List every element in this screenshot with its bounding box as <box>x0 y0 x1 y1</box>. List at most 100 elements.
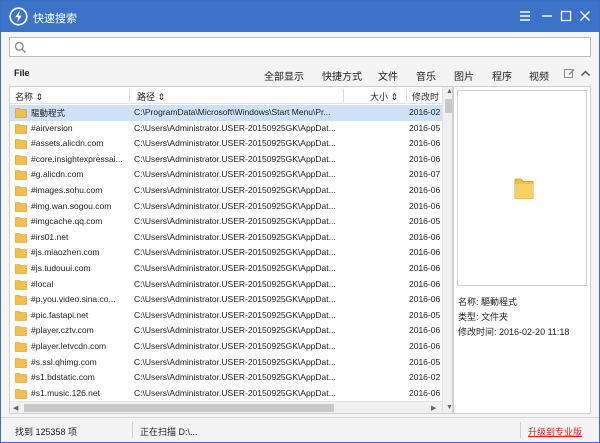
list-item[interactable]: #s1.bdstatic.com C:\Users\Administrator.U… <box>10 370 442 386</box>
list-item[interactable]: #player.cztv.com C:\Users\Administrator.U… <box>10 323 442 339</box>
list-item[interactable]: #airversion C:\Users\Administrator.USER-2… <box>10 121 442 137</box>
tab-files[interactable]: 文件 <box>378 68 398 83</box>
item-path: C:\Users\Administrator.USER-20150925GK\A… <box>134 200 336 211</box>
horizontal-scroll-thumb[interactable] <box>24 404 334 412</box>
list-item[interactable]: #g.alicdn.com C:\Users\Administrator.USER… <box>10 167 442 183</box>
folder-icon <box>15 357 27 368</box>
preview-thumbnail <box>457 90 587 286</box>
tab-music[interactable]: 音乐 <box>416 68 436 83</box>
list-item[interactable]: #irs01.net C:\Users\Administrator.USER-20… <box>10 230 442 246</box>
item-date: 2016-06 <box>409 153 441 164</box>
list-item[interactable]: #images.sohu.com C:\Users\Administrator.U… <box>10 183 442 199</box>
column-separator[interactable] <box>129 89 130 102</box>
scroll-up-icon[interactable]: ▲ <box>446 88 452 95</box>
folder-icon <box>15 247 27 259</box>
list-item[interactable]: #local C:\Users\Administrator.USER-201509… <box>10 277 442 293</box>
column-name[interactable]: 名称 ⇕ <box>15 90 43 103</box>
item-path: C:\Users\Administrator.USER-20150925GK\A… <box>134 340 336 351</box>
item-date: 2016-06 <box>409 200 441 211</box>
list-item[interactable]: #imgcache.qq.com C:\Users\Administrator.U… <box>10 214 442 230</box>
list-item[interactable]: #js.miaozhen.com C:\Users\Administrator.U… <box>10 245 442 261</box>
item-path: C:\Users\Administrator.USER-20150925GK\A… <box>134 122 336 133</box>
preview-type-label: 类型: <box>458 312 479 322</box>
vertical-scrollbar[interactable]: ▲ ▼ <box>442 87 452 413</box>
item-name: #js.tudouui.com <box>31 262 91 273</box>
tab-all[interactable]: 全部显示 <box>264 68 304 88</box>
item-name: #s1.bdstatic.com <box>31 372 95 383</box>
folder-icon <box>15 263 27 274</box>
preview-type: 类型: 文件夹 <box>458 310 508 323</box>
window-title: 快速搜索 <box>33 13 77 25</box>
list-item[interactable]: #img.wan.sogou.com C:\Users\Administrator… <box>10 199 442 215</box>
scroll-down-icon[interactable]: ▼ <box>446 404 452 411</box>
item-name: #s.ssl.qhimg.com <box>31 356 97 367</box>
search-box[interactable] <box>9 37 591 57</box>
item-date: 2016-06 <box>409 294 441 305</box>
item-name: #irs01.net <box>31 231 69 242</box>
close-icon[interactable] <box>575 6 595 26</box>
column-name-label: 名称 <box>15 92 34 102</box>
list-item[interactable]: #js.tudouui.com C:\Users\Administrator.US… <box>10 261 442 277</box>
item-path: C:\Users\Administrator.USER-20150925GK\A… <box>134 184 336 195</box>
item-date: 2016-06 <box>409 278 441 289</box>
list-item[interactable]: 驅動程式 C:\ProgramData\Microsoft\Windows\Sta… <box>10 105 442 121</box>
list-item[interactable]: #s1.music.126.net C:\Users\Administrator.… <box>10 386 442 402</box>
item-path: C:\Users\Administrator.USER-20150925GK\A… <box>134 294 336 305</box>
column-separator[interactable] <box>406 89 407 102</box>
list-item[interactable]: #assets.alicdn.com C:\Users\Administrator… <box>10 136 442 152</box>
item-date: 2016-06 <box>409 262 441 273</box>
tab-pictures[interactable]: 图片 <box>454 68 474 83</box>
column-separator[interactable] <box>343 89 344 102</box>
item-date: 2016-06 <box>409 340 441 351</box>
scroll-right-icon[interactable]: ▶ <box>431 404 436 412</box>
minimize-icon[interactable] <box>537 6 557 26</box>
collapse-icon[interactable] <box>579 67 592 80</box>
list-item[interactable]: #core.insightexpressai... C:\Users\Admini… <box>10 152 442 168</box>
file-menu[interactable]: File <box>14 68 30 78</box>
folder-icon <box>15 325 27 337</box>
edit-icon[interactable] <box>563 67 576 80</box>
item-path: C:\Users\Administrator.USER-20150925GK\A… <box>134 278 336 289</box>
column-path[interactable]: 路径 ⇕ <box>137 90 165 103</box>
item-name: #img.wan.sogou.com <box>31 200 112 211</box>
list-item[interactable]: #s.ssl.qhimg.com C:\Users\Administrator.U… <box>10 355 442 371</box>
scroll-left-icon[interactable]: ◀ <box>13 404 18 412</box>
preview-time-value: 2016-02-20 11:18 <box>499 327 570 337</box>
item-path: C:\Users\Administrator.USER-20150925GK\A… <box>134 216 336 227</box>
maximize-icon[interactable] <box>556 6 576 26</box>
list-item[interactable]: #p.you.video.sina.co... C:\Users\Administ… <box>10 292 442 308</box>
column-size[interactable]: 大小 ⇕ <box>370 90 398 103</box>
folder-icon <box>15 107 27 118</box>
item-date: 2016-02 <box>409 107 441 117</box>
column-path-label: 路径 <box>137 92 156 102</box>
found-count: 找到 125358 项 <box>15 427 78 437</box>
file-list: 名称 ⇕ 路径 ⇕ 大小 ⇕ 修改时 驅動程式 C:\ProgramData\Mi… <box>9 86 453 414</box>
column-size-label: 大小 <box>370 92 389 102</box>
tab-shortcuts[interactable]: 快捷方式 <box>322 68 362 83</box>
tab-videos[interactable]: 视频 <box>529 68 549 83</box>
upgrade-link[interactable]: 升级到专业版 <box>528 425 582 438</box>
menu-icon[interactable] <box>515 6 535 26</box>
item-name: #player.cztv.com <box>31 325 94 336</box>
list-item[interactable]: #player.letvcdn.com C:\Users\Administrato… <box>10 339 442 355</box>
vertical-scroll-thumb[interactable] <box>445 99 452 113</box>
folder-icon <box>15 388 27 399</box>
search-input[interactable] <box>30 39 585 55</box>
title-bar: 快速搜索 <box>1 1 599 32</box>
folder-icon <box>15 138 27 149</box>
folder-icon <box>514 176 534 200</box>
item-date: 2016-06 <box>409 247 441 258</box>
status-divider <box>132 422 133 438</box>
horizontal-scrollbar[interactable]: ◀ ▶ <box>10 401 442 413</box>
item-path: C:\Users\Administrator.USER-20150925GK\A… <box>134 262 336 273</box>
list-item[interactable]: #pic.fastapi.net C:\Users\Administrator.U… <box>10 308 442 324</box>
item-name: #g.alicdn.com <box>31 169 84 180</box>
column-date[interactable]: 修改时 <box>412 90 439 103</box>
tab-programs[interactable]: 程序 <box>492 68 512 83</box>
folder-icon <box>15 185 27 196</box>
folder-icon <box>15 279 27 290</box>
app-window: 快速搜索 File 全部显示 快捷方式 文件 音乐 图片 程序 视频 名称 ⇕ … <box>0 0 600 443</box>
folder-icon <box>15 372 27 383</box>
item-name: #local <box>31 278 54 289</box>
item-name: #assets.alicdn.com <box>31 138 104 149</box>
